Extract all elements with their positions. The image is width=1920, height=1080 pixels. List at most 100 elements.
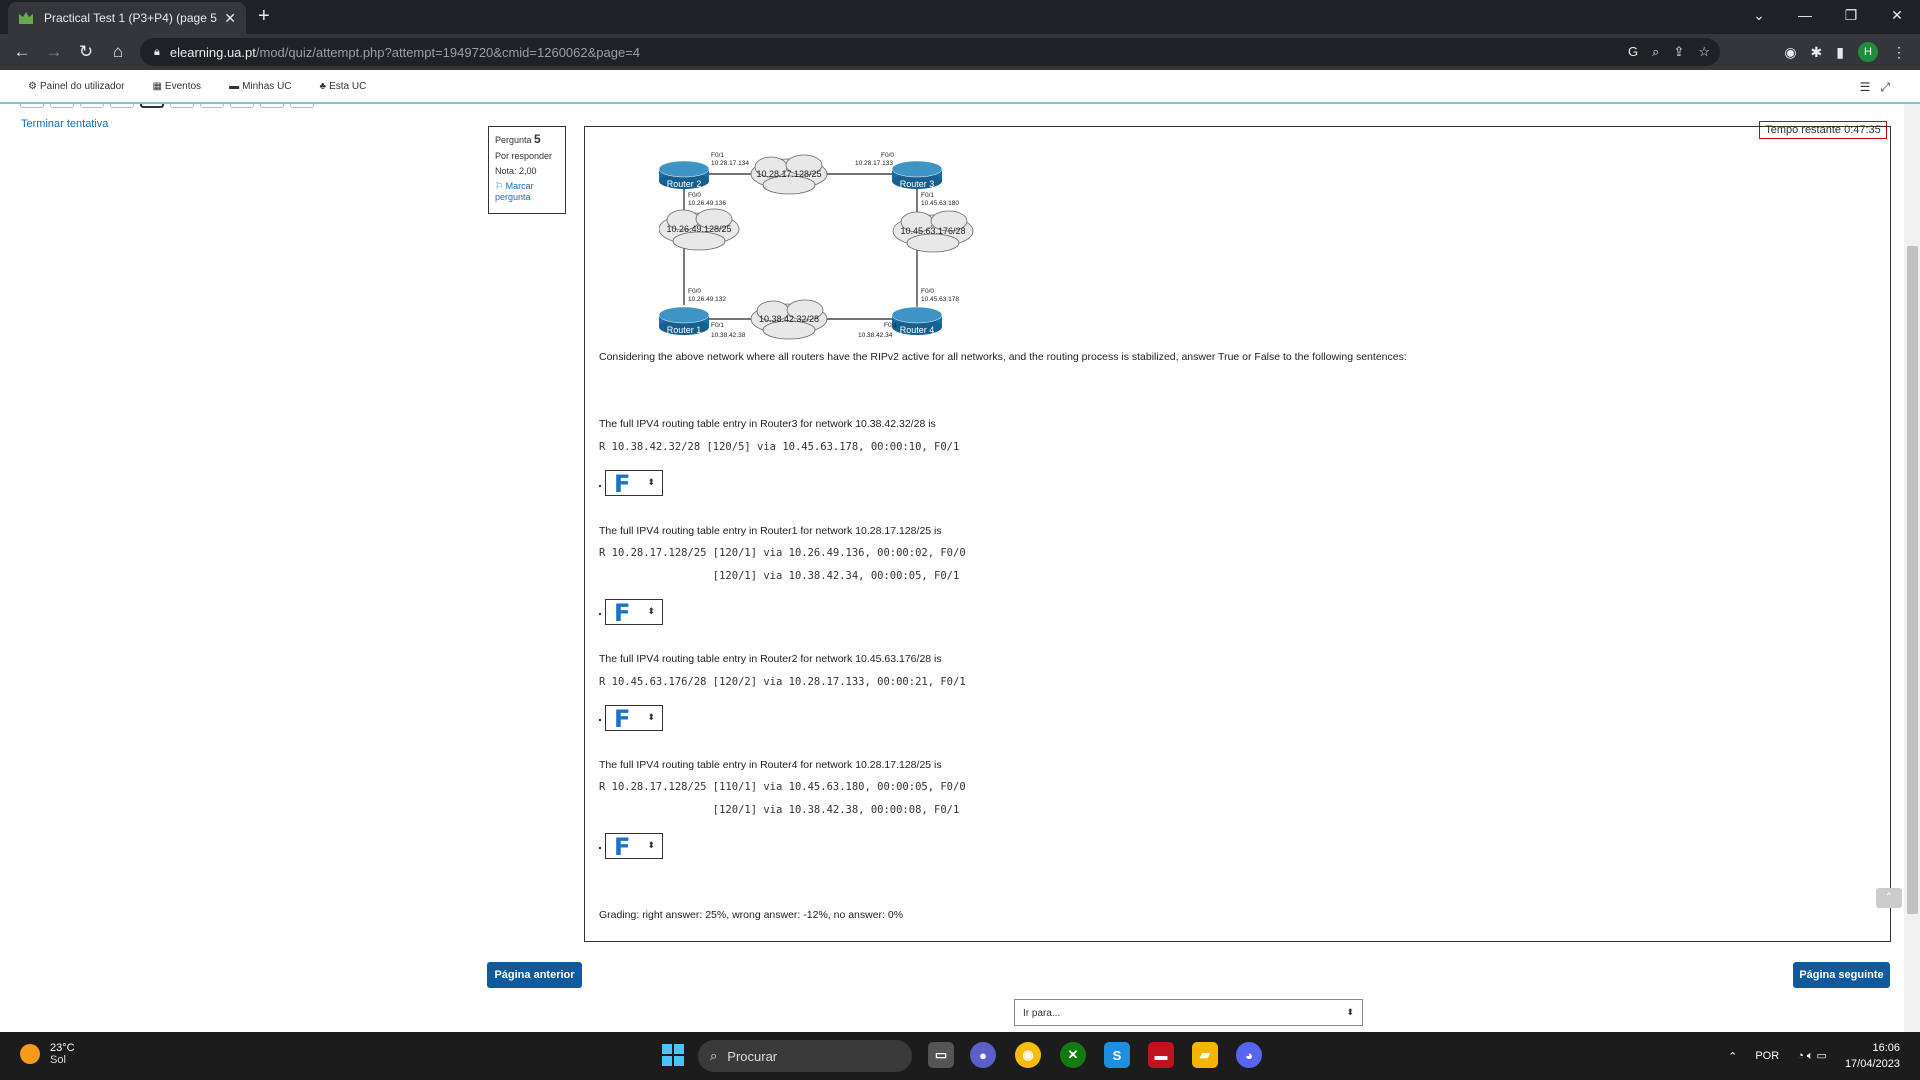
question-info-box: Pergunta 5 Por responder Nota: 2,00 ⚐ Ma…	[488, 126, 566, 214]
svg-text:10.28.17.134: 10.28.17.134	[711, 160, 749, 167]
sun-icon	[20, 1044, 40, 1064]
close-window-icon[interactable]: ✕	[1874, 7, 1920, 24]
chrome-menu-icon[interactable]: ⋮	[1892, 44, 1906, 61]
forward-icon[interactable]: →	[38, 42, 70, 62]
network-label-top: 10.28.17.128/25	[756, 169, 821, 179]
quiz-nav-page[interactable]	[80, 104, 104, 108]
select-arrows-icon: ⬍	[1346, 1007, 1354, 1017]
nav-events[interactable]: ▦ Eventos	[152, 81, 201, 92]
xbox-icon[interactable]: ✕	[1060, 1042, 1086, 1068]
statement-4-route: [120/1] via 10.38.42.38, 00:00:08, F0/1	[599, 804, 960, 816]
quiz-nav-page[interactable]	[110, 104, 134, 108]
svg-text:10.26.49.136: 10.26.49.136	[688, 200, 726, 207]
question-content: 10.28.17.128/25 10.26.49.128/25 10.45.63…	[584, 126, 1891, 942]
svg-text:Router 3: Router 3	[900, 179, 935, 189]
statement-4-route: R 10.28.17.128/25 [110/1] via 10.45.63.1…	[599, 781, 966, 793]
question-grade: Nota: 2,00	[495, 166, 537, 176]
browser-tab[interactable]: Practical Test 1 (P3+P4) (page 5 o ✕	[8, 2, 246, 34]
taskbar-search[interactable]: ⌕ Procurar	[698, 1040, 912, 1072]
svg-text:Router 2: Router 2	[667, 179, 702, 189]
minimize-icon[interactable]: —	[1782, 7, 1828, 23]
answer-select-1[interactable]: F ⬍	[605, 470, 663, 498]
quiz-nav-page-current[interactable]	[140, 104, 164, 108]
jump-to-select[interactable]: Ir para... ⬍	[1014, 999, 1363, 1026]
quiz-nav-page[interactable]	[170, 104, 194, 108]
quiz-nav-page[interactable]	[260, 104, 284, 108]
svg-text:F0/1: F0/1	[884, 322, 897, 329]
language-indicator[interactable]: POR	[1755, 1050, 1779, 1062]
extension-globe-icon[interactable]: ◉	[1784, 44, 1796, 61]
next-page-button[interactable]: Página seguinte	[1793, 962, 1890, 988]
svg-text:Router 1: Router 1	[667, 325, 702, 335]
back-icon[interactable]: ←	[6, 42, 38, 62]
quiz-nav-page[interactable]	[50, 104, 74, 108]
router-1: Router 1	[659, 306, 710, 335]
teams-chat-icon[interactable]: ●	[970, 1042, 996, 1068]
list-menu-icon[interactable]: ☰	[1860, 80, 1871, 95]
lock-icon: 🔒︎	[154, 45, 160, 58]
svg-text:F0/0: F0/0	[688, 288, 701, 295]
profile-avatar[interactable]: H	[1858, 42, 1878, 62]
answer-select-4[interactable]: F ⬍	[605, 833, 663, 861]
nav-this-course[interactable]: ♣ Esta UC	[320, 81, 367, 92]
bookmark-star-icon[interactable]: ☆	[1698, 44, 1710, 60]
reload-icon[interactable]: ↻	[70, 42, 102, 62]
finish-attempt-link[interactable]: Terminar tentativa	[21, 118, 108, 130]
flag-question-link[interactable]: ⚐ Marcar pergunta	[495, 181, 559, 202]
zoom-icon[interactable]: ⌕	[1652, 44, 1659, 60]
side-panel-icon[interactable]: ▮	[1836, 44, 1844, 61]
wifi-volume-battery-icon[interactable]: ◔ 🔈︎ ▭	[1797, 1049, 1827, 1063]
clock[interactable]: 16:06 17/04/2023	[1845, 1040, 1900, 1072]
svg-text:10.38.42.34: 10.38.42.34	[858, 332, 893, 339]
answer-select-3[interactable]: F ⬍	[605, 705, 663, 733]
chrome-icon[interactable]: ◉	[1015, 1042, 1041, 1068]
browser-tabstrip: Practical Test 1 (P3+P4) (page 5 o ✕ + ⌄…	[0, 0, 1920, 34]
windows-start-icon[interactable]	[660, 1042, 686, 1068]
nav-dashboard[interactable]: ⚙ Painel do utilizador	[28, 81, 124, 92]
quiz-nav-page[interactable]	[230, 104, 254, 108]
discord-icon[interactable]: ◕	[1236, 1042, 1262, 1068]
quiz-nav-page[interactable]	[290, 104, 314, 108]
scrollbar-thumb[interactable]	[1907, 246, 1918, 914]
moodle-nav-bar: ⚙ Painel do utilizador ▦ Eventos ▬ Minhas U…	[0, 70, 1920, 104]
restore-icon[interactable]: ❐	[1828, 7, 1874, 24]
share-icon[interactable]: ⇪	[1673, 44, 1684, 60]
router-4: Router 4	[891, 306, 943, 335]
tray-chevron-icon[interactable]: ⌃	[1728, 1050, 1737, 1063]
quiz-nav-page[interactable]	[200, 104, 224, 108]
task-view-icon[interactable]: ▭	[928, 1042, 954, 1068]
nav-my-courses[interactable]: ▬ Minhas UC	[229, 81, 291, 92]
address-bar[interactable]: 🔒︎ elearning.ua.pt/mod/quiz/attempt.php?…	[140, 38, 1720, 66]
jump-to-value: Ir para...	[1023, 1008, 1061, 1019]
expand-icon[interactable]: ⤢	[1880, 80, 1890, 95]
answer-value: F	[614, 705, 631, 733]
tab-search-icon[interactable]: ⌄	[1736, 7, 1782, 24]
svg-text:F0/0: F0/0	[881, 152, 894, 159]
weather-widget[interactable]: 23°C Sol	[20, 1042, 75, 1066]
answer-bullet	[599, 847, 601, 849]
system-tray: ⌃ POR ◔ 🔈︎ ▭ 16:06 17/04/2023	[1728, 1040, 1900, 1072]
svg-text:Router 4: Router 4	[900, 325, 935, 335]
home-icon[interactable]: ⌂	[102, 42, 134, 62]
quiz-nav-page[interactable]	[20, 104, 44, 108]
app-icon[interactable]: ▬	[1148, 1042, 1174, 1068]
question-status: Por responder	[495, 151, 553, 161]
scroll-to-top-icon[interactable]: ⌃	[1876, 888, 1902, 908]
statement-2-route: [120/1] via 10.38.42.34, 00:00:05, F0/1	[599, 570, 960, 582]
select-arrows-icon: ⬍	[647, 840, 655, 850]
url-host: elearning.ua.pt	[169, 44, 256, 60]
google-icon[interactable]: G	[1628, 44, 1638, 60]
network-label-left: 10.26.49.128/25	[666, 224, 731, 234]
grading-info: Grading: right answer: 25%, wrong answer…	[599, 909, 904, 921]
extensions-puzzle-icon[interactable]: ✱	[1811, 44, 1823, 61]
select-arrows-icon: ⬍	[647, 712, 655, 722]
flag-icon: ⚐	[495, 181, 504, 191]
tab-close-icon[interactable]: ✕	[224, 10, 236, 27]
file-explorer-icon[interactable]: ▰	[1192, 1042, 1218, 1068]
new-tab-icon[interactable]: +	[258, 5, 270, 28]
clock-date: 17/04/2023	[1844, 1058, 1900, 1070]
skype-icon[interactable]: S	[1104, 1042, 1130, 1068]
taskbar-search-label: Procurar	[727, 1048, 778, 1064]
answer-select-2[interactable]: F ⬍	[605, 599, 663, 627]
previous-page-button[interactable]: Página anterior	[487, 962, 582, 988]
